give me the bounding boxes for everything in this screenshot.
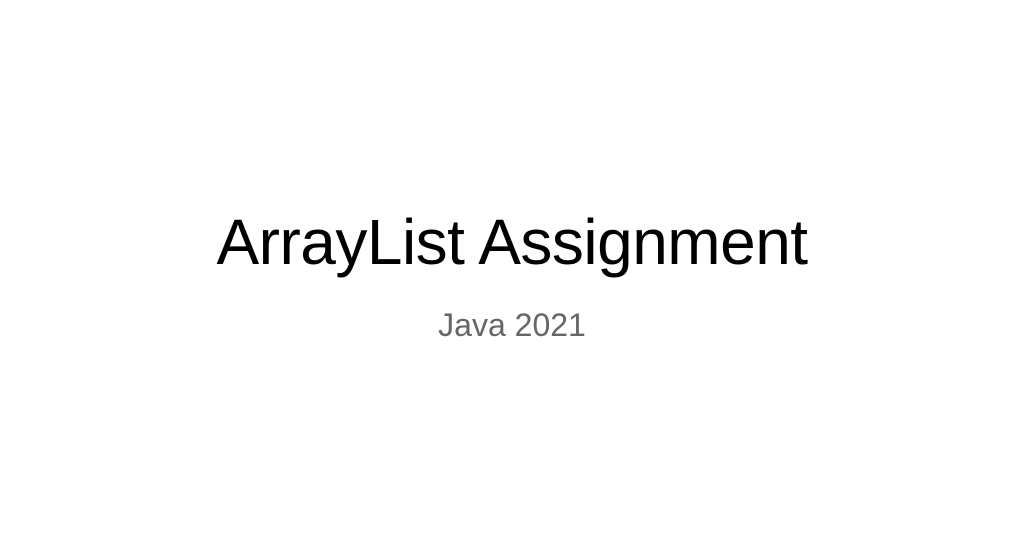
slide-title: ArrayList Assignment — [216, 205, 807, 279]
slide-subtitle: Java 2021 — [438, 307, 586, 344]
slide-content: ArrayList Assignment Java 2021 — [216, 205, 807, 344]
